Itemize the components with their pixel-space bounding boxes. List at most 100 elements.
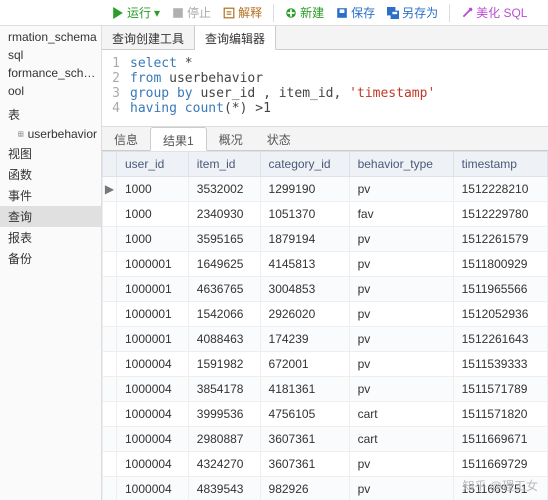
cell[interactable]: cart	[349, 402, 453, 427]
cell[interactable]: pv	[349, 327, 453, 352]
cell[interactable]: 1000004	[117, 452, 189, 477]
code-line[interactable]: having count(*) >1	[130, 101, 271, 116]
cell[interactable]: pv	[349, 452, 453, 477]
cell[interactable]: 1000004	[117, 427, 189, 452]
cell[interactable]: 2926020	[260, 302, 349, 327]
cell[interactable]: 1511965566	[453, 277, 547, 302]
table-row[interactable]: 10000041591982672001pv1511539333	[103, 352, 548, 377]
cell[interactable]: 174239	[260, 327, 349, 352]
table-row[interactable]: 10000014088463174239pv1512261643	[103, 327, 548, 352]
result-tab[interactable]: 信息	[102, 127, 150, 150]
table-row[interactable]: 100000438541784181361pv1511571789	[103, 377, 548, 402]
cell[interactable]: 1512261579	[453, 227, 547, 252]
result-tab[interactable]: 结果1	[150, 127, 207, 151]
cell[interactable]: 4756105	[260, 402, 349, 427]
cell[interactable]: 1511539333	[453, 352, 547, 377]
cell[interactable]: 1511669729	[453, 452, 547, 477]
result-grid-wrap[interactable]: user_iditem_idcategory_idbehavior_typeti…	[102, 151, 548, 500]
cell[interactable]: 1542066	[188, 302, 260, 327]
table-row[interactable]: 100000116496254145813pv1511800929	[103, 252, 548, 277]
table-row[interactable]: 10000044839543982926pv1511669751	[103, 477, 548, 500]
sidebar-item[interactable]: ool	[0, 82, 101, 100]
main-tab[interactable]: 查询编辑器	[195, 26, 276, 50]
save-button[interactable]: 保存	[332, 3, 379, 22]
result-tab[interactable]: 状态	[255, 127, 303, 150]
cell[interactable]: 1512229780	[453, 202, 547, 227]
cell[interactable]: pv	[349, 252, 453, 277]
run-button[interactable]: 运行 ▾	[108, 3, 164, 22]
cell[interactable]: 1000001	[117, 277, 189, 302]
table-row[interactable]: 100000429808873607361cart1511669671	[103, 427, 548, 452]
save-as-button[interactable]: 另存为	[383, 3, 442, 22]
cell[interactable]: 1000	[117, 227, 189, 252]
cell[interactable]: 4145813	[260, 252, 349, 277]
cell[interactable]: pv	[349, 177, 453, 202]
sidebar-item[interactable]: 查询	[0, 206, 101, 227]
sidebar-item[interactable]: 备份	[0, 248, 101, 269]
table-row[interactable]: 100000146367653004853pv1511965566	[103, 277, 548, 302]
cell[interactable]: 1511571820	[453, 402, 547, 427]
cell[interactable]: 1000	[117, 202, 189, 227]
sidebar-item[interactable]: 报表	[0, 227, 101, 248]
column-header[interactable]: behavior_type	[349, 152, 453, 177]
cell[interactable]: 3004853	[260, 277, 349, 302]
cell[interactable]: 1511571789	[453, 377, 547, 402]
cell[interactable]: 1511669751	[453, 477, 547, 500]
cell[interactable]: 1000004	[117, 477, 189, 500]
table-row[interactable]: 100023409301051370fav1512229780	[103, 202, 548, 227]
cell[interactable]: 3854178	[188, 377, 260, 402]
cell[interactable]: 4324270	[188, 452, 260, 477]
cell[interactable]: pv	[349, 377, 453, 402]
cell[interactable]: 1512261643	[453, 327, 547, 352]
cell[interactable]: 1512228210	[453, 177, 547, 202]
cell[interactable]: 1591982	[188, 352, 260, 377]
cell[interactable]: 3999536	[188, 402, 260, 427]
cell[interactable]: pv	[349, 477, 453, 500]
table-row[interactable]: 100035951651879194pv1512261579	[103, 227, 548, 252]
cell[interactable]: 1879194	[260, 227, 349, 252]
cell[interactable]: 1649625	[188, 252, 260, 277]
sidebar-item[interactable]: rmation_schema	[0, 28, 101, 46]
cell[interactable]: fav	[349, 202, 453, 227]
cell[interactable]: 2340930	[188, 202, 260, 227]
cell[interactable]: cart	[349, 427, 453, 452]
cell[interactable]: 3607361	[260, 427, 349, 452]
cell[interactable]: 4839543	[188, 477, 260, 500]
sql-editor[interactable]: 1select *2from userbehavior3group by use…	[102, 50, 548, 127]
cell[interactable]: 1511669671	[453, 427, 547, 452]
cell[interactable]: 1051370	[260, 202, 349, 227]
cell[interactable]: 1000001	[117, 327, 189, 352]
cell[interactable]: pv	[349, 227, 453, 252]
code-line[interactable]: group by user_id , item_id, 'timestamp'	[130, 86, 435, 101]
cell[interactable]: 1000004	[117, 352, 189, 377]
beautify-button[interactable]: 美化 SQL	[457, 3, 531, 22]
cell[interactable]: 4088463	[188, 327, 260, 352]
cell[interactable]: 1000	[117, 177, 189, 202]
cell[interactable]: pv	[349, 277, 453, 302]
table-row[interactable]: 100000115420662926020pv1512052936	[103, 302, 548, 327]
cell[interactable]: 1512052936	[453, 302, 547, 327]
column-header[interactable]: user_id	[117, 152, 189, 177]
cell[interactable]: 1511800929	[453, 252, 547, 277]
sidebar-item[interactable]: 视图	[0, 143, 101, 164]
new-button[interactable]: 新建	[281, 3, 328, 22]
cell[interactable]: 982926	[260, 477, 349, 500]
column-header[interactable]: category_id	[260, 152, 349, 177]
cell[interactable]: 1299190	[260, 177, 349, 202]
sidebar-item[interactable]: 事件	[0, 185, 101, 206]
cell[interactable]: 3607361	[260, 452, 349, 477]
cell[interactable]: pv	[349, 302, 453, 327]
main-tab[interactable]: 查询创建工具	[102, 26, 195, 49]
cell[interactable]: 3595165	[188, 227, 260, 252]
table-row[interactable]: 100000439995364756105cart1511571820	[103, 402, 548, 427]
cell[interactable]: pv	[349, 352, 453, 377]
explain-button[interactable]: 解释	[219, 3, 266, 22]
cell[interactable]: 1000001	[117, 302, 189, 327]
cell[interactable]: 1000004	[117, 402, 189, 427]
cell[interactable]: 3532002	[188, 177, 260, 202]
result-tab[interactable]: 概况	[207, 127, 255, 150]
cell[interactable]: 2980887	[188, 427, 260, 452]
code-line[interactable]: from userbehavior	[130, 71, 263, 86]
code-line[interactable]: select *	[130, 56, 193, 71]
cell[interactable]: 672001	[260, 352, 349, 377]
